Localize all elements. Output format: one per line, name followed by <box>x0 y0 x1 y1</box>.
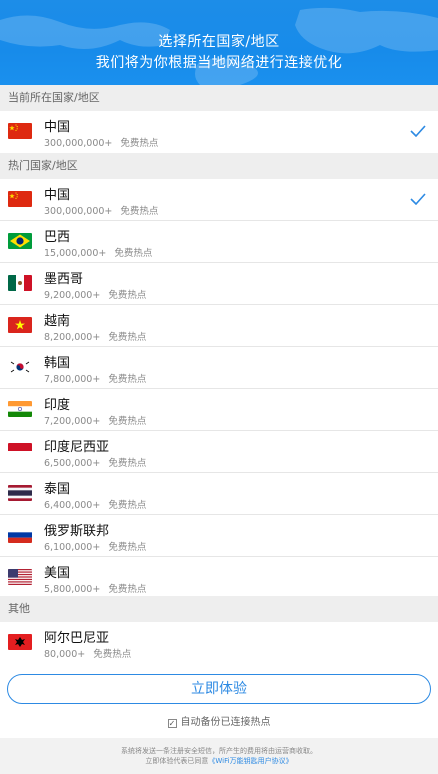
us-flag-icon <box>8 569 32 585</box>
footer-line2: 立即体验代表已同意《WiFi万能钥匙用户协议》 <box>0 756 438 766</box>
free-hotspot-label: 免费热点 <box>108 332 147 343</box>
auto-backup-option[interactable]: ✓ 自动备份已连接热点 <box>0 713 438 728</box>
country-row[interactable]: 巴西 15,000,000+ 免费热点 <box>0 221 438 263</box>
hotspot-meta: 80,000+ 免费热点 <box>44 646 131 660</box>
hotspot-meta: 6,500,000+ 免费热点 <box>44 455 146 469</box>
hot-country-list: 中国 300,000,000+ 免费热点 巴西 15,000,000+ 免费热点 墨西哥 9,… <box>0 179 438 599</box>
country-row-current[interactable]: 中国 300,000,000+ 免费热点 <box>0 111 438 153</box>
hotspot-count: 9,200,000+ <box>44 290 101 301</box>
hotspot-meta: 8,200,000+ 免费热点 <box>44 329 146 343</box>
free-hotspot-label: 免费热点 <box>120 138 159 149</box>
hotspot-count: 80,000+ <box>44 649 86 660</box>
hotspot-meta: 300,000,000+ 免费热点 <box>44 203 158 217</box>
country-row[interactable]: 韩国 7,800,000+ 免费热点 <box>0 347 438 389</box>
th-flag-icon <box>8 485 32 501</box>
free-hotspot-label: 免费热点 <box>108 290 147 301</box>
free-hotspot-label: 免费热点 <box>108 416 147 427</box>
country-name: 韩国 <box>44 356 71 371</box>
footer-agree-text: 立即体验代表已同意 <box>145 757 209 765</box>
country-name: 泰国 <box>44 482 71 497</box>
cn-flag-icon <box>8 191 32 207</box>
hotspot-meta: 5,800,000+ 免费热点 <box>44 581 146 595</box>
check-icon <box>410 193 426 205</box>
hotspot-count: 7,200,000+ <box>44 416 101 427</box>
country-name: 美国 <box>44 566 71 581</box>
country-name: 俄罗斯联邦 <box>44 524 110 539</box>
hotspot-count: 6,100,000+ <box>44 542 101 553</box>
free-hotspot-label: 免费热点 <box>108 542 147 553</box>
vn-flag-icon <box>8 317 32 333</box>
user-agreement-link[interactable]: 《WiFi万能钥匙用户协议》 <box>208 757 292 765</box>
hotspot-count: 5,800,000+ <box>44 584 101 595</box>
section-hot-header: 热门国家/地区 <box>0 153 438 179</box>
mx-flag-icon <box>8 275 32 291</box>
country-row[interactable]: 美国 5,800,000+ 免费热点 <box>0 557 438 599</box>
hotspot-meta: 6,100,000+ 免费热点 <box>44 539 146 553</box>
footer-disclaimer: 系统将发送一条注册安全短信，所产生的费用将由运营商收取。 立即体验代表已同意《W… <box>0 738 438 774</box>
footer-line1: 系统将发送一条注册安全短信，所产生的费用将由运营商收取。 <box>121 747 317 755</box>
section-current-header: 当前所在国家/地区 <box>0 85 438 111</box>
country-row[interactable]: 阿尔巴尼亚 80,000+ 免费热点 <box>0 622 438 664</box>
country-name: 巴西 <box>44 230 71 245</box>
country-row[interactable]: 中国 300,000,000+ 免费热点 <box>0 179 438 221</box>
hotspot-meta: 7,200,000+ 免费热点 <box>44 413 146 427</box>
hotspot-count: 7,800,000+ <box>44 374 101 385</box>
try-now-button[interactable]: 立即体验 <box>7 674 431 704</box>
header-banner: 选择所在国家/地区 我们将为你根据当地网络进行连接优化 <box>0 0 438 85</box>
free-hotspot-label: 免费热点 <box>108 584 147 595</box>
hotspot-meta: 300,000,000+ 免费热点 <box>44 135 158 149</box>
hotspot-meta: 7,800,000+ 免费热点 <box>44 371 146 385</box>
country-row[interactable]: 印度 7,200,000+ 免费热点 <box>0 389 438 431</box>
cta-area: 立即体验 ✓ 自动备份已连接热点 <box>0 663 438 738</box>
hotspot-count: 15,000,000+ <box>44 248 107 259</box>
free-hotspot-label: 免费热点 <box>108 458 147 469</box>
check-icon <box>410 125 426 137</box>
auto-backup-label: 自动备份已连接热点 <box>180 717 271 728</box>
ru-flag-icon <box>8 527 32 543</box>
header-subtitle: 我们将为你根据当地网络进行连接优化 <box>95 55 343 71</box>
country-name: 阿尔巴尼亚 <box>44 631 110 646</box>
country-name: 印度尼西亚 <box>44 440 110 455</box>
hotspot-meta: 6,400,000+ 免费热点 <box>44 497 146 511</box>
in-flag-icon <box>8 401 32 417</box>
free-hotspot-label: 免费热点 <box>108 500 147 511</box>
free-hotspot-label: 免费热点 <box>114 248 153 259</box>
header-title: 选择所在国家/地区 <box>158 34 280 50</box>
country-name: 越南 <box>44 314 71 329</box>
hotspot-count: 6,400,000+ <box>44 500 101 511</box>
id-flag-icon <box>8 443 32 459</box>
hotspot-count: 8,200,000+ <box>44 332 101 343</box>
al-flag-icon <box>8 634 32 650</box>
current-country-list: 中国 300,000,000+ 免费热点 <box>0 111 438 153</box>
other-country-list: 阿尔巴尼亚 80,000+ 免费热点 <box>0 622 438 664</box>
country-row[interactable]: 印度尼西亚 6,500,000+ 免费热点 <box>0 431 438 473</box>
checkbox-icon[interactable]: ✓ <box>167 719 177 728</box>
br-flag-icon <box>8 233 32 249</box>
cn-flag-icon <box>8 123 32 139</box>
hotspot-meta: 9,200,000+ 免费热点 <box>44 287 146 301</box>
country-name: 中国 <box>44 120 71 135</box>
country-row[interactable]: 墨西哥 9,200,000+ 免费热点 <box>0 263 438 305</box>
hotspot-count: 300,000,000+ <box>44 206 113 217</box>
kr-flag-icon <box>8 359 32 375</box>
country-row[interactable]: 俄罗斯联邦 6,100,000+ 免费热点 <box>0 515 438 557</box>
hotspot-count: 300,000,000+ <box>44 138 113 149</box>
hotspot-count: 6,500,000+ <box>44 458 101 469</box>
country-row[interactable]: 越南 8,200,000+ 免费热点 <box>0 305 438 347</box>
free-hotspot-label: 免费热点 <box>108 374 147 385</box>
hotspot-meta: 15,000,000+ 免费热点 <box>44 245 152 259</box>
free-hotspot-label: 免费热点 <box>120 206 159 217</box>
country-name: 印度 <box>44 398 71 413</box>
country-name: 中国 <box>44 188 71 203</box>
section-other-header: 其他 <box>0 596 438 622</box>
country-row[interactable]: 泰国 6,400,000+ 免费热点 <box>0 473 438 515</box>
country-name: 墨西哥 <box>44 272 84 287</box>
free-hotspot-label: 免费热点 <box>93 649 132 660</box>
